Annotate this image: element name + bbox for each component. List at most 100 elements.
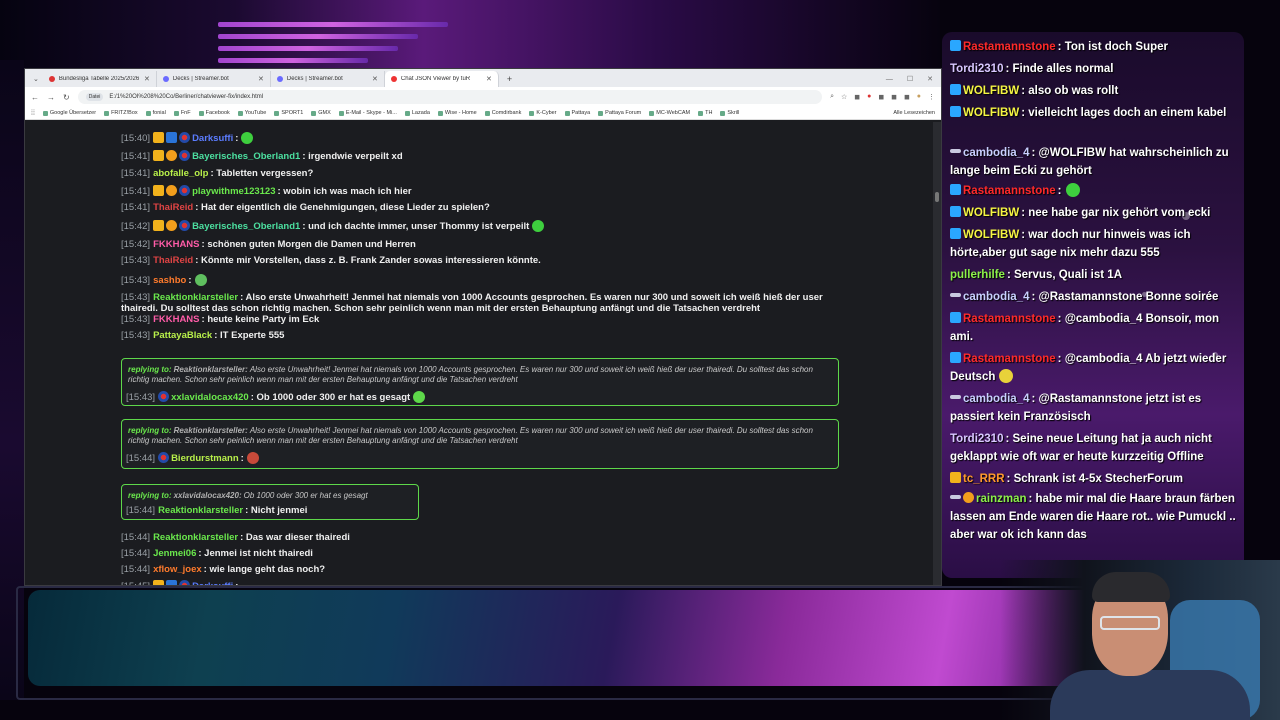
- apps-icon[interactable]: ⁞⁞: [31, 110, 35, 117]
- extension-icon[interactable]: ●: [867, 93, 871, 101]
- username[interactable]: xxlavidalocax420: [171, 392, 249, 403]
- timestamp: [15:44]: [126, 453, 156, 464]
- bookmark-item[interactable]: K-Cyber: [529, 110, 557, 116]
- username[interactable]: Bayerisches_Oberland1: [192, 221, 300, 232]
- chat-message: [15:40] Darksuffi:: [121, 132, 254, 144]
- bookmark-item[interactable]: Skrill: [720, 110, 739, 116]
- bookmark-favicon-icon: [649, 110, 655, 116]
- url-field[interactable]: Datei E:/1%20OI%208%20Co/Berliner/chatvi…: [77, 90, 823, 104]
- username[interactable]: ThaiReid: [153, 255, 193, 266]
- maximize-icon[interactable]: ☐: [907, 75, 913, 83]
- message-text: : wie lange geht das noch?: [203, 564, 326, 575]
- tab-close-icon[interactable]: ✕: [258, 75, 264, 83]
- extension-icon[interactable]: ◼: [854, 93, 860, 101]
- chat-message: [15:43] PattayaBlack: IT Experte 555: [121, 330, 284, 341]
- bookmark-item[interactable]: Comdirbank: [484, 110, 521, 116]
- bookmark-favicon-icon: [173, 110, 179, 116]
- tab-close-icon[interactable]: ✕: [144, 75, 150, 83]
- bookmark-item[interactable]: GMX: [311, 110, 331, 116]
- profile-avatar-icon[interactable]: ●: [917, 93, 921, 101]
- bookmark-item[interactable]: Pattaya Forum: [598, 110, 641, 116]
- overlay-message-text: : Servus, Quali ist 1A: [1006, 269, 1122, 281]
- overlay-chat-message: Tordi2310: Seine neue Leitung hat ja auc…: [950, 430, 1236, 466]
- message-text: : Tabletten vergessen?: [210, 168, 314, 179]
- reply-message-box: replying to: Reaktionklarsteller: Also ers…: [121, 419, 839, 469]
- bookmark-favicon-icon: [720, 110, 726, 116]
- overlay-message-text: :: [1057, 185, 1062, 197]
- extension-icon[interactable]: ◼: [878, 93, 884, 101]
- bookmark-item[interactable]: YouTube: [237, 110, 267, 116]
- overlay-chat-message: Tordi2310: Finde alles normal: [950, 60, 1236, 78]
- username[interactable]: PattayaBlack: [153, 330, 212, 341]
- minimize-icon[interactable]: —: [886, 76, 893, 83]
- scrollbar-thumb[interactable]: [935, 192, 939, 202]
- bookmark-item[interactable]: Facebook: [198, 110, 230, 116]
- bookmark-item[interactable]: TH: [698, 110, 712, 116]
- timestamp: [15:44]: [121, 564, 151, 575]
- tab-close-icon[interactable]: ✕: [372, 75, 378, 83]
- chat-message: [15:43] Reaktionklarsteller: Also erste U…: [121, 292, 833, 314]
- tab-favicon-icon: [276, 76, 283, 82]
- bookmark-item[interactable]: E-Mail - Skype - Mi...: [338, 110, 397, 116]
- browser-tab[interactable]: Decks | Streamer.bot ✕: [157, 71, 271, 87]
- extension-icon[interactable]: ◼: [904, 93, 910, 101]
- username[interactable]: FKKHANS: [153, 314, 199, 325]
- bookmark-label: YouTube: [244, 110, 267, 116]
- overlay-badge-icon: [950, 312, 961, 323]
- bookmark-item[interactable]: FnF: [173, 110, 191, 116]
- username[interactable]: Darksuffi: [192, 133, 233, 144]
- username[interactable]: abofalle_olp: [153, 168, 208, 179]
- bookmark-label: TH: [705, 110, 713, 116]
- extension-icon[interactable]: ◼: [891, 93, 897, 101]
- bookmark-item[interactable]: fonial: [145, 110, 166, 116]
- all-bookmarks[interactable]: Alle Lesezeichen: [893, 110, 935, 116]
- chat-badge-icon: [153, 220, 165, 231]
- timestamp: [15:42]: [121, 239, 151, 250]
- username[interactable]: sashbo: [153, 275, 186, 286]
- username[interactable]: FKKHANS: [153, 239, 199, 250]
- username[interactable]: Jenmei06: [153, 548, 196, 559]
- chat-message: [15:43] FKKHANS: heute keine Party im Eck: [121, 314, 319, 325]
- bookmark-item[interactable]: SPORT1: [274, 110, 303, 116]
- username[interactable]: xflow_joex: [153, 564, 202, 575]
- overlay-username: WOLFIBW: [963, 207, 1020, 219]
- url-text: E:/1%20OI%208%20Co/Berliner/chatviewer-f…: [109, 94, 264, 100]
- bookmark-item[interactable]: FRITZ!Box: [104, 110, 138, 116]
- chat-badge-icon: [166, 185, 178, 196]
- overlay-username: Tordi2310: [950, 433, 1004, 445]
- bookmark-label: Wise - Home: [444, 110, 477, 116]
- username[interactable]: Bierdurstmann: [171, 453, 239, 464]
- message-text: : Hat der eigentlich die Genehmigungen, …: [195, 202, 490, 213]
- username[interactable]: Reaktionklarsteller: [158, 505, 243, 516]
- scrollbar[interactable]: [933, 122, 941, 585]
- forward-icon[interactable]: →: [47, 93, 55, 102]
- reload-icon[interactable]: ↻: [63, 93, 70, 102]
- bookmark-label: E-Mail - Skype - Mi...: [345, 110, 397, 116]
- tab-close-icon[interactable]: ✕: [486, 75, 492, 83]
- close-window-icon[interactable]: ✕: [927, 75, 933, 83]
- browser-tab[interactable]: Decks | Streamer.bot ✕: [271, 71, 385, 87]
- back-icon[interactable]: ←: [31, 93, 39, 102]
- chat-badge-icon: [179, 185, 191, 196]
- username[interactable]: Reaktionklarsteller: [153, 532, 238, 543]
- username[interactable]: Bayerisches_Oberland1: [192, 151, 300, 162]
- username[interactable]: playwithme123123: [192, 186, 275, 197]
- bookmark-item[interactable]: Pattaya: [564, 110, 590, 116]
- tab-search-icon[interactable]: ⌄: [29, 71, 43, 87]
- bookmark-star-icon[interactable]: ☆: [841, 93, 847, 101]
- bookmark-favicon-icon: [198, 110, 204, 116]
- browser-tab[interactable]: Bundesliga Tabelle 2025/2026 ✕: [43, 71, 157, 87]
- bookmark-item[interactable]: Google Übersetzer: [42, 110, 96, 116]
- bookmark-favicon-icon: [564, 110, 570, 116]
- browser-tab-active[interactable]: Chat JSON Viewer by tuR ✕: [384, 71, 499, 87]
- overlay-username: Rastamannstone: [963, 185, 1056, 197]
- bookmark-label: K-Cyber: [536, 110, 557, 116]
- new-tab-button[interactable]: +: [499, 71, 520, 87]
- bookmark-item[interactable]: Lazada: [404, 110, 430, 116]
- zoom-icon[interactable]: ⌕: [830, 93, 834, 101]
- bookmark-item[interactable]: MC-WebCAM: [649, 110, 690, 116]
- menu-kebab-icon[interactable]: ⋮: [928, 93, 935, 101]
- username[interactable]: ThaiReid: [153, 202, 193, 213]
- bookmark-item[interactable]: Wise - Home: [437, 110, 477, 116]
- username[interactable]: Reaktionklarsteller: [153, 292, 238, 303]
